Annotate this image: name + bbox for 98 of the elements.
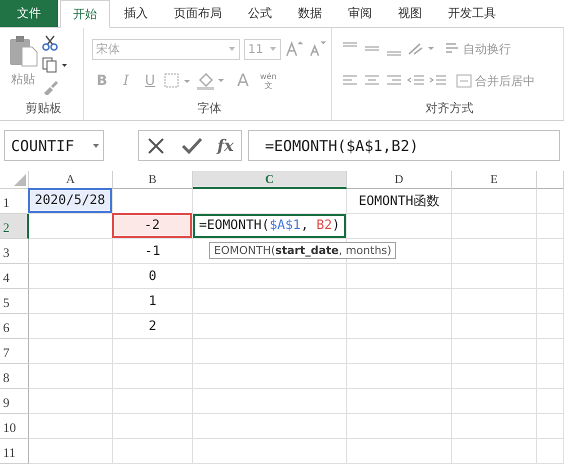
- grid-cell[interactable]: [537, 239, 564, 264]
- grid-cell[interactable]: [347, 239, 452, 264]
- group-label: 剪贴板: [26, 101, 62, 115]
- grid-cell[interactable]: [452, 339, 537, 364]
- grid-cell[interactable]: [193, 239, 347, 264]
- grid-cell[interactable]: [29, 314, 113, 339]
- formula-field[interactable]: =EOMONTH($A$1,B2): [248, 130, 560, 161]
- group-label: 对齐方式: [426, 101, 474, 115]
- grid-cell[interactable]: [347, 364, 452, 389]
- grid-cell[interactable]: [452, 189, 537, 214]
- grid-cell[interactable]: [537, 214, 564, 239]
- select-all-icon[interactable]: [14, 174, 26, 186]
- grid-cell[interactable]: 1: [113, 289, 193, 314]
- grid-cell[interactable]: [347, 339, 452, 364]
- grid-cell[interactable]: [452, 414, 537, 439]
- grid-cell[interactable]: [29, 339, 113, 364]
- grid-cell[interactable]: [29, 264, 113, 289]
- row-header[interactable]: 6: [0, 314, 29, 339]
- grid-cell[interactable]: [193, 314, 347, 339]
- grid-cell[interactable]: [537, 439, 564, 464]
- row-header[interactable]: 3: [0, 239, 29, 264]
- row-header[interactable]: 2: [0, 214, 29, 239]
- column-header[interactable]: C: [193, 171, 347, 189]
- grid-cell[interactable]: [193, 264, 347, 289]
- grid-cell[interactable]: 2020/5/28: [29, 189, 113, 214]
- grid-cell[interactable]: [452, 314, 537, 339]
- grid-cell[interactable]: [537, 414, 564, 439]
- ribbon-tab[interactable]: 开始: [60, 0, 110, 28]
- grid-cell[interactable]: [452, 364, 537, 389]
- grid-cell[interactable]: [29, 389, 113, 414]
- row-header[interactable]: 9: [0, 389, 29, 414]
- grid-cell[interactable]: [113, 389, 193, 414]
- row-header[interactable]: 5: [0, 289, 29, 314]
- grid-cell[interactable]: [537, 189, 564, 214]
- name-box[interactable]: COUNTIF: [4, 130, 104, 161]
- grid-cell[interactable]: -2: [113, 214, 193, 239]
- grid-cell[interactable]: [193, 364, 347, 389]
- grid-cell[interactable]: [537, 339, 564, 364]
- grid-cell[interactable]: [29, 289, 113, 314]
- grid-cell[interactable]: [347, 264, 452, 289]
- ribbon-tab[interactable]: 插入: [112, 0, 160, 27]
- grid-cell[interactable]: [29, 414, 113, 439]
- merge-icon: [456, 73, 472, 89]
- grid-cell[interactable]: 0: [113, 264, 193, 289]
- grid-cell[interactable]: [537, 314, 564, 339]
- grid-cell[interactable]: [347, 389, 452, 414]
- grid-cell[interactable]: [113, 414, 193, 439]
- grid-cell[interactable]: [113, 364, 193, 389]
- ribbon-tab[interactable]: 视图: [386, 0, 434, 27]
- grid-cell[interactable]: [537, 289, 564, 314]
- grid-cell[interactable]: [347, 214, 452, 239]
- row-header[interactable]: 7: [0, 339, 29, 364]
- grid-cell[interactable]: [113, 339, 193, 364]
- column-header[interactable]: E: [452, 171, 537, 189]
- grid-cell[interactable]: [452, 239, 537, 264]
- grid-cell[interactable]: [193, 389, 347, 414]
- row-header[interactable]: 10: [0, 414, 29, 439]
- ribbon-tab[interactable]: 数据: [286, 0, 334, 27]
- grid-cell[interactable]: 2: [113, 314, 193, 339]
- grid-cell[interactable]: [537, 389, 564, 414]
- grid-cell[interactable]: [113, 439, 193, 464]
- ribbon-tab[interactable]: 页面布局: [162, 0, 234, 27]
- clipboard-icon: [8, 35, 38, 67]
- function-tooltip: EOMONTH(start_date, months): [209, 242, 396, 259]
- column-header[interactable]: D: [347, 171, 452, 189]
- row-header[interactable]: 11: [0, 439, 29, 464]
- grid-cell[interactable]: [193, 414, 347, 439]
- grid-cell[interactable]: [452, 264, 537, 289]
- grid-cell[interactable]: [452, 214, 537, 239]
- check-icon[interactable]: [180, 136, 203, 156]
- grid-cell[interactable]: [29, 439, 113, 464]
- grid-cell[interactable]: [29, 239, 113, 264]
- grid-cell[interactable]: [452, 439, 537, 464]
- grid-cell[interactable]: [29, 364, 113, 389]
- grid-cell[interactable]: [193, 289, 347, 314]
- insert-function-button[interactable]: fx: [217, 136, 234, 155]
- column-header[interactable]: A: [29, 171, 113, 189]
- ribbon-tab[interactable]: 审阅: [336, 0, 384, 27]
- grid-cell[interactable]: [537, 364, 564, 389]
- grid-cell[interactable]: [347, 439, 452, 464]
- grid-cell[interactable]: [347, 414, 452, 439]
- grid-cell[interactable]: [193, 439, 347, 464]
- cell-formula: =EOMONTH($A$1, B2): [199, 217, 340, 235]
- row-header[interactable]: 8: [0, 364, 29, 389]
- row-header[interactable]: 4: [0, 264, 29, 289]
- ribbon-tab[interactable]: 公式: [236, 0, 284, 27]
- grid-cell[interactable]: [347, 289, 452, 314]
- grid-cell[interactable]: [193, 339, 347, 364]
- ribbon-tab[interactable]: 开发工具: [436, 0, 508, 27]
- grid-cell[interactable]: EOMONTH函数: [347, 189, 452, 214]
- grid-cell[interactable]: -1: [113, 239, 193, 264]
- cancel-icon[interactable]: [146, 136, 166, 156]
- group-label: 字体: [198, 101, 222, 115]
- ribbon-tab[interactable]: 文件: [0, 0, 58, 27]
- grid-cell[interactable]: [452, 389, 537, 414]
- grid-cell[interactable]: [537, 264, 564, 289]
- grid-cell[interactable]: [347, 314, 452, 339]
- grid-cell[interactable]: [452, 289, 537, 314]
